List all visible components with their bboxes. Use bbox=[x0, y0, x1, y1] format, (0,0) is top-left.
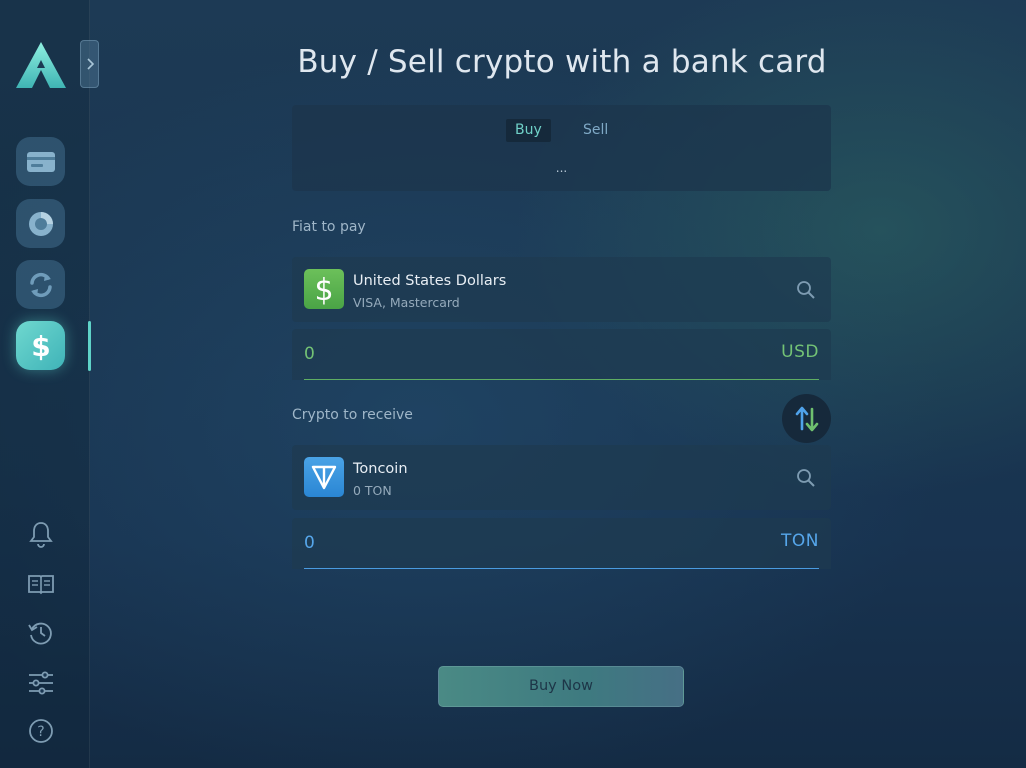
fiat-name: United States Dollars bbox=[353, 273, 507, 289]
sidebar: $ ? bbox=[0, 0, 99, 768]
loading-placeholder: ... bbox=[555, 161, 568, 175]
toncoin-icon bbox=[304, 457, 344, 497]
card-icon bbox=[26, 151, 55, 172]
fiat-section-label: Fiat to pay bbox=[292, 219, 366, 235]
nav-exchange-button[interactable] bbox=[16, 260, 65, 309]
help-icon: ? bbox=[29, 719, 53, 743]
crypto-balance: 0 TON bbox=[353, 483, 392, 498]
svg-text:$: $ bbox=[31, 330, 50, 362]
page-title: Buy / Sell crypto with a bank card bbox=[297, 44, 827, 80]
fiat-input-underline bbox=[304, 379, 819, 380]
fiat-amount-field: USD bbox=[292, 329, 831, 380]
crypto-unit: TON bbox=[781, 531, 819, 551]
swap-button[interactable] bbox=[782, 394, 831, 443]
crypto-amount-field: TON bbox=[292, 518, 831, 569]
crypto-input-underline bbox=[304, 568, 819, 569]
address-book-button[interactable] bbox=[27, 570, 55, 598]
bell-icon bbox=[29, 522, 53, 548]
fiat-unit: USD bbox=[781, 342, 819, 362]
pie-chart-icon bbox=[28, 211, 53, 236]
nav-buy-sell-button[interactable]: $ bbox=[16, 321, 65, 370]
svg-text:?: ? bbox=[37, 724, 44, 740]
sidebar-expand-button[interactable] bbox=[80, 40, 99, 88]
help-button[interactable]: ? bbox=[27, 717, 55, 745]
history-icon bbox=[28, 622, 52, 645]
crypto-section-label: Crypto to receive bbox=[292, 407, 413, 423]
buy-now-button[interactable]: Buy Now bbox=[438, 666, 684, 707]
search-icon[interactable] bbox=[796, 468, 816, 488]
fiat-amount-input[interactable] bbox=[304, 341, 604, 367]
book-icon bbox=[28, 575, 54, 595]
usd-currency-icon: $ bbox=[304, 269, 344, 309]
swap-arrows-icon bbox=[795, 406, 818, 431]
nav-portfolio-button[interactable] bbox=[16, 199, 65, 248]
tab-buy[interactable]: Buy bbox=[506, 119, 551, 142]
mode-panel: Buy Sell ... bbox=[292, 105, 831, 191]
history-button[interactable] bbox=[27, 619, 55, 647]
fiat-payment-methods: VISA, Mastercard bbox=[353, 295, 460, 310]
crypto-amount-input[interactable] bbox=[304, 530, 604, 556]
svg-text:$: $ bbox=[314, 273, 333, 306]
dollar-icon: $ bbox=[31, 330, 50, 362]
app-logo-icon bbox=[14, 40, 68, 90]
tab-sell[interactable]: Sell bbox=[574, 119, 617, 142]
active-nav-indicator bbox=[88, 321, 91, 371]
sliders-icon bbox=[29, 671, 53, 695]
search-icon[interactable] bbox=[796, 280, 816, 300]
notifications-button[interactable] bbox=[27, 520, 55, 548]
settings-button[interactable] bbox=[27, 669, 55, 697]
crypto-name: Toncoin bbox=[353, 461, 408, 477]
fiat-selector[interactable]: $ United States Dollars VISA, Mastercard bbox=[292, 257, 831, 322]
refresh-icon bbox=[29, 272, 52, 297]
chevron-right-icon bbox=[86, 58, 94, 70]
nav-wallet-button[interactable] bbox=[16, 137, 65, 186]
crypto-selector[interactable]: Toncoin 0 TON bbox=[292, 445, 831, 510]
